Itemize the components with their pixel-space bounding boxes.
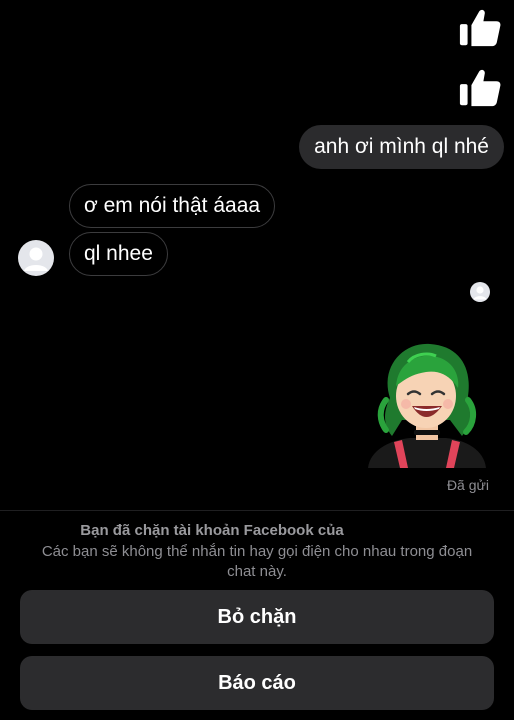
seen-indicator <box>470 282 490 302</box>
avatar-sticker[interactable] <box>362 338 492 470</box>
message-text: ơ em nói thật áaaa <box>84 194 261 217</box>
thumbs-up-icon <box>458 4 504 50</box>
like-message[interactable] <box>458 64 504 110</box>
message-text: anh ơi mình ql nhé <box>314 135 489 158</box>
like-message[interactable] <box>458 4 504 50</box>
seen-avatar-icon <box>470 282 490 302</box>
outgoing-message-bubble[interactable]: anh ơi mình ql nhé <box>299 125 504 169</box>
incoming-message-bubble[interactable]: ql nhee <box>69 232 168 276</box>
divider <box>0 510 514 511</box>
default-avatar-icon <box>18 240 54 276</box>
block-notice-title: Bạn đã chặn tài khoản Facebook của <box>80 522 344 539</box>
avatar[interactable] <box>18 240 54 276</box>
unblock-button[interactable]: Bỏ chặn <box>20 590 494 644</box>
report-button[interactable]: Báo cáo <box>20 656 494 710</box>
incoming-message-bubble[interactable]: ơ em nói thật áaaa <box>69 184 276 228</box>
message-text: ql nhee <box>84 242 153 265</box>
block-notice-body: Các bạn sẽ không thể nhắn tin hay gọi đi… <box>41 543 473 580</box>
thumbs-up-icon <box>458 64 504 110</box>
message-status: Đã gửi <box>446 477 489 493</box>
